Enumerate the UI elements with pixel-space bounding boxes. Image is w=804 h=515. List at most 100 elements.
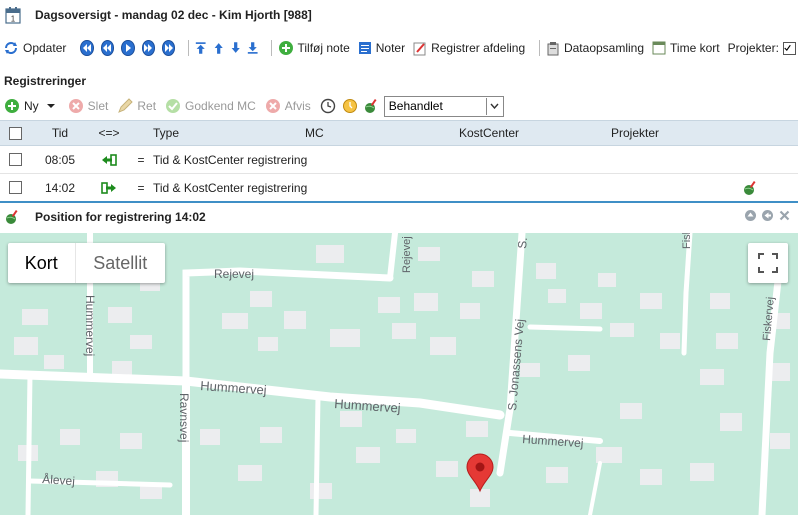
move-top-icon[interactable] xyxy=(195,40,206,56)
skip-forward-icon xyxy=(164,44,173,52)
caret-down-icon[interactable] xyxy=(46,103,55,109)
refresh-icon xyxy=(5,42,17,54)
row-type: Tid & KostCenter registrering xyxy=(153,180,308,195)
next-day-button[interactable] xyxy=(141,40,155,56)
restore-icon[interactable] xyxy=(762,210,773,224)
move-up-icon[interactable] xyxy=(213,40,224,56)
svg-text:1: 1 xyxy=(11,14,16,23)
notes-label: Noter xyxy=(375,41,406,55)
data-collection-icon xyxy=(547,41,559,55)
street-label-fisk: Fisk xyxy=(681,233,693,249)
add-note-button[interactable]: Tilføj note xyxy=(278,40,350,56)
title-bar: 1 Dagsoversigt - mandag 02 dec - Kim Hjo… xyxy=(0,0,804,30)
row-checkbox[interactable] xyxy=(9,181,22,194)
position-panel-title: Position for registrering 14:02 xyxy=(35,210,206,224)
street-label-ravnsvej: Ravnsvej xyxy=(177,393,191,442)
edit-button[interactable]: Ret xyxy=(117,98,156,114)
notes-icon xyxy=(358,42,371,54)
first-day-button[interactable] xyxy=(80,40,94,56)
row-eq: = xyxy=(137,152,145,167)
timecard-label: Time kort xyxy=(670,41,720,55)
globe-pin-icon[interactable] xyxy=(743,180,759,196)
edit-label: Ret xyxy=(137,99,157,113)
fullscreen-button[interactable] xyxy=(748,243,788,283)
row-eq: = xyxy=(137,180,145,195)
previous-day-button[interactable] xyxy=(100,40,115,56)
add-note-label: Tilføj note xyxy=(297,41,350,55)
approve-label: Godkend MC xyxy=(185,99,256,113)
projects-label: Projekter: xyxy=(727,41,779,55)
arrow-in-icon xyxy=(102,153,117,166)
clock-icon[interactable] xyxy=(320,98,336,114)
position-panel-header: Position for registrering 14:02 xyxy=(0,203,798,231)
reject-button[interactable]: Afvis xyxy=(265,98,311,114)
fast-forward-icon xyxy=(144,44,153,52)
street-label-rejevej: Rejevej xyxy=(214,267,254,281)
status-select-value: Behandlet xyxy=(388,99,443,113)
timecard-button[interactable]: Time kort xyxy=(652,41,720,55)
play-icon xyxy=(125,44,131,52)
refresh-button[interactable]: Opdater xyxy=(3,40,66,56)
column-mc[interactable]: MC xyxy=(305,126,459,140)
row-checkbox[interactable] xyxy=(9,153,22,166)
last-day-button[interactable] xyxy=(161,40,176,56)
projects-checkbox[interactable] xyxy=(782,41,796,55)
select-all-checkbox[interactable] xyxy=(9,126,22,140)
register-department-label: Registrer afdeling xyxy=(431,41,526,55)
notes-button[interactable]: Noter xyxy=(358,41,405,55)
delete-button[interactable]: Slet xyxy=(68,98,109,114)
status-select[interactable]: Behandlet xyxy=(383,95,504,117)
data-collection-label: Dataopsamling xyxy=(563,41,645,55)
chevron-down-icon xyxy=(490,103,499,109)
toolbar-separator xyxy=(188,40,190,56)
reject-label: Afvis xyxy=(284,99,311,113)
fullscreen-icon xyxy=(758,253,778,273)
data-collection-button[interactable]: Dataopsamling xyxy=(546,41,644,56)
table-row[interactable]: 14:02 = Tid & KostCenter registrering xyxy=(0,174,798,201)
registrations-title: Registreringer xyxy=(4,74,87,88)
approve-icon xyxy=(166,99,181,113)
street-label-alevej: Ålevej xyxy=(42,471,76,488)
column-costcenter[interactable]: KostCenter xyxy=(459,126,611,140)
register-department-button[interactable]: Registrer afdeling xyxy=(413,41,525,56)
new-button[interactable]: Ny xyxy=(4,98,59,114)
register-icon xyxy=(413,42,426,55)
registration-actions: Ny Slet Ret Godkend MC Afvis Behandlet xyxy=(0,95,804,117)
add-icon xyxy=(5,99,19,113)
timecard-icon xyxy=(652,41,666,55)
map-type-control: Kort Satellit xyxy=(8,243,165,283)
skip-back-icon xyxy=(83,44,92,52)
approve-button[interactable]: Godkend MC xyxy=(165,98,256,114)
main-toolbar: Opdater Tilføj note Noter Registrer afde… xyxy=(0,36,804,60)
toolbar-separator xyxy=(539,40,540,56)
globe-pin-icon[interactable] xyxy=(364,98,380,114)
status-select-arrow[interactable] xyxy=(485,97,503,115)
play-button[interactable] xyxy=(121,40,135,56)
column-type[interactable]: Type xyxy=(153,126,305,140)
calendar-icon: 1 xyxy=(5,6,21,24)
position-panel: Position for registrering 14:02 Rejevej … xyxy=(0,201,798,515)
close-icon[interactable] xyxy=(779,210,790,224)
table-row[interactable]: 08:05 = Tid & KostCenter registrering xyxy=(0,146,798,174)
delete-label: Slet xyxy=(87,99,109,113)
move-down-icon[interactable] xyxy=(230,40,241,56)
map-type-kort-button[interactable]: Kort xyxy=(8,243,76,283)
checkmark-icon xyxy=(784,44,791,51)
column-direction[interactable]: <=> xyxy=(89,126,129,140)
map-type-satellite-button[interactable]: Satellit xyxy=(76,243,165,283)
street-label-rejevej-vertical: Rejevej xyxy=(401,236,413,273)
arrow-out-icon xyxy=(101,181,116,194)
column-projects[interactable]: Projekter xyxy=(611,126,798,140)
map[interactable]: Rejevej Rejevej Hummervej Hummervej Humm… xyxy=(0,233,798,515)
collapse-icon[interactable] xyxy=(745,210,756,224)
street-label-hummervej-vertical: Hummervej xyxy=(83,295,97,356)
window-title: Dagsoversigt - mandag 02 dec - Kim Hjort… xyxy=(35,8,312,22)
rewind-icon xyxy=(103,44,112,52)
street-label-s: S. xyxy=(515,237,530,250)
pencil-icon xyxy=(118,98,134,113)
move-bottom-icon[interactable] xyxy=(247,40,258,56)
add-icon xyxy=(278,41,293,55)
timer-icon[interactable] xyxy=(342,98,358,114)
projects-toggle[interactable]: Projekter: xyxy=(728,41,796,55)
column-time[interactable]: Tid xyxy=(31,126,89,140)
